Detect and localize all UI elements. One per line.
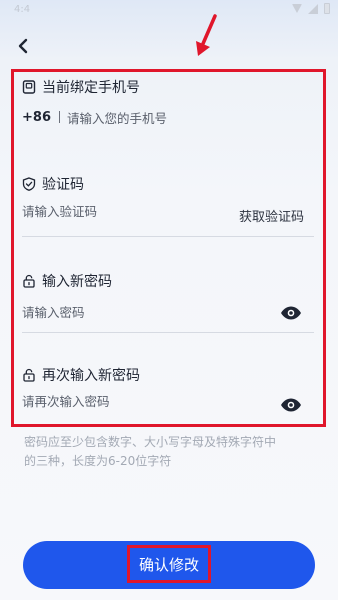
get-code-button[interactable]: 获取验证码	[239, 206, 304, 225]
password-hint-line: 的三种，长度为6-20位字符	[24, 454, 172, 468]
confirm-password-title: 再次输入新密码	[22, 365, 140, 385]
country-code[interactable]: +86	[22, 110, 51, 125]
wifi-icon	[292, 3, 302, 14]
phone-field-title: 当前绑定手机号	[22, 77, 140, 97]
back-button[interactable]	[12, 34, 36, 58]
phone-input[interactable]: +86 请输入您的手机号	[22, 106, 314, 128]
new-password-title-label: 输入新密码	[42, 274, 112, 290]
status-time: 4:4	[14, 4, 31, 15]
phone-title-label: 当前绑定手机号	[42, 80, 140, 96]
code-divider	[22, 236, 314, 237]
confirm-password-visibility-toggle[interactable]	[280, 397, 302, 412]
phone-icon	[22, 80, 36, 94]
confirm-password-placeholder: 请再次输入密码	[22, 393, 110, 409]
new-password-visibility-toggle[interactable]	[280, 305, 302, 320]
eye-icon	[281, 398, 301, 412]
confirm-password-input[interactable]: 请再次输入密码	[22, 389, 272, 411]
confirm-button-label[interactable]: 确认修改	[127, 545, 211, 583]
new-password-title: 输入新密码	[22, 271, 112, 291]
password-hint: 密码应至少包含数字、大小写字母及特殊字符中 的三种，长度为6-20位字符	[24, 433, 314, 471]
status-icons	[292, 3, 330, 14]
shield-icon	[22, 177, 36, 191]
code-title-label: 验证码	[42, 177, 84, 193]
new-password-input[interactable]: 请输入密码	[22, 300, 272, 322]
code-input[interactable]: 请输入验证码	[22, 199, 222, 221]
lock-icon	[23, 274, 35, 288]
new-password-divider	[22, 332, 314, 333]
chevron-left-icon	[18, 38, 28, 54]
confirm-password-title-label: 再次输入新密码	[42, 368, 140, 384]
input-separator	[58, 111, 60, 123]
status-bar: 4:4	[0, 0, 338, 22]
code-placeholder: 请输入验证码	[22, 203, 98, 219]
eye-icon	[281, 306, 301, 320]
annotation-arrow	[196, 14, 217, 56]
new-password-placeholder: 请输入密码	[22, 304, 85, 320]
password-hint-line: 密码应至少包含数字、大小写字母及特殊字符中	[24, 435, 277, 449]
phone-placeholder: 请输入您的手机号	[66, 110, 167, 126]
lock-icon	[23, 368, 35, 382]
signal-icon	[308, 3, 318, 14]
battery-icon	[324, 3, 330, 14]
code-field-title: 验证码	[22, 174, 84, 194]
